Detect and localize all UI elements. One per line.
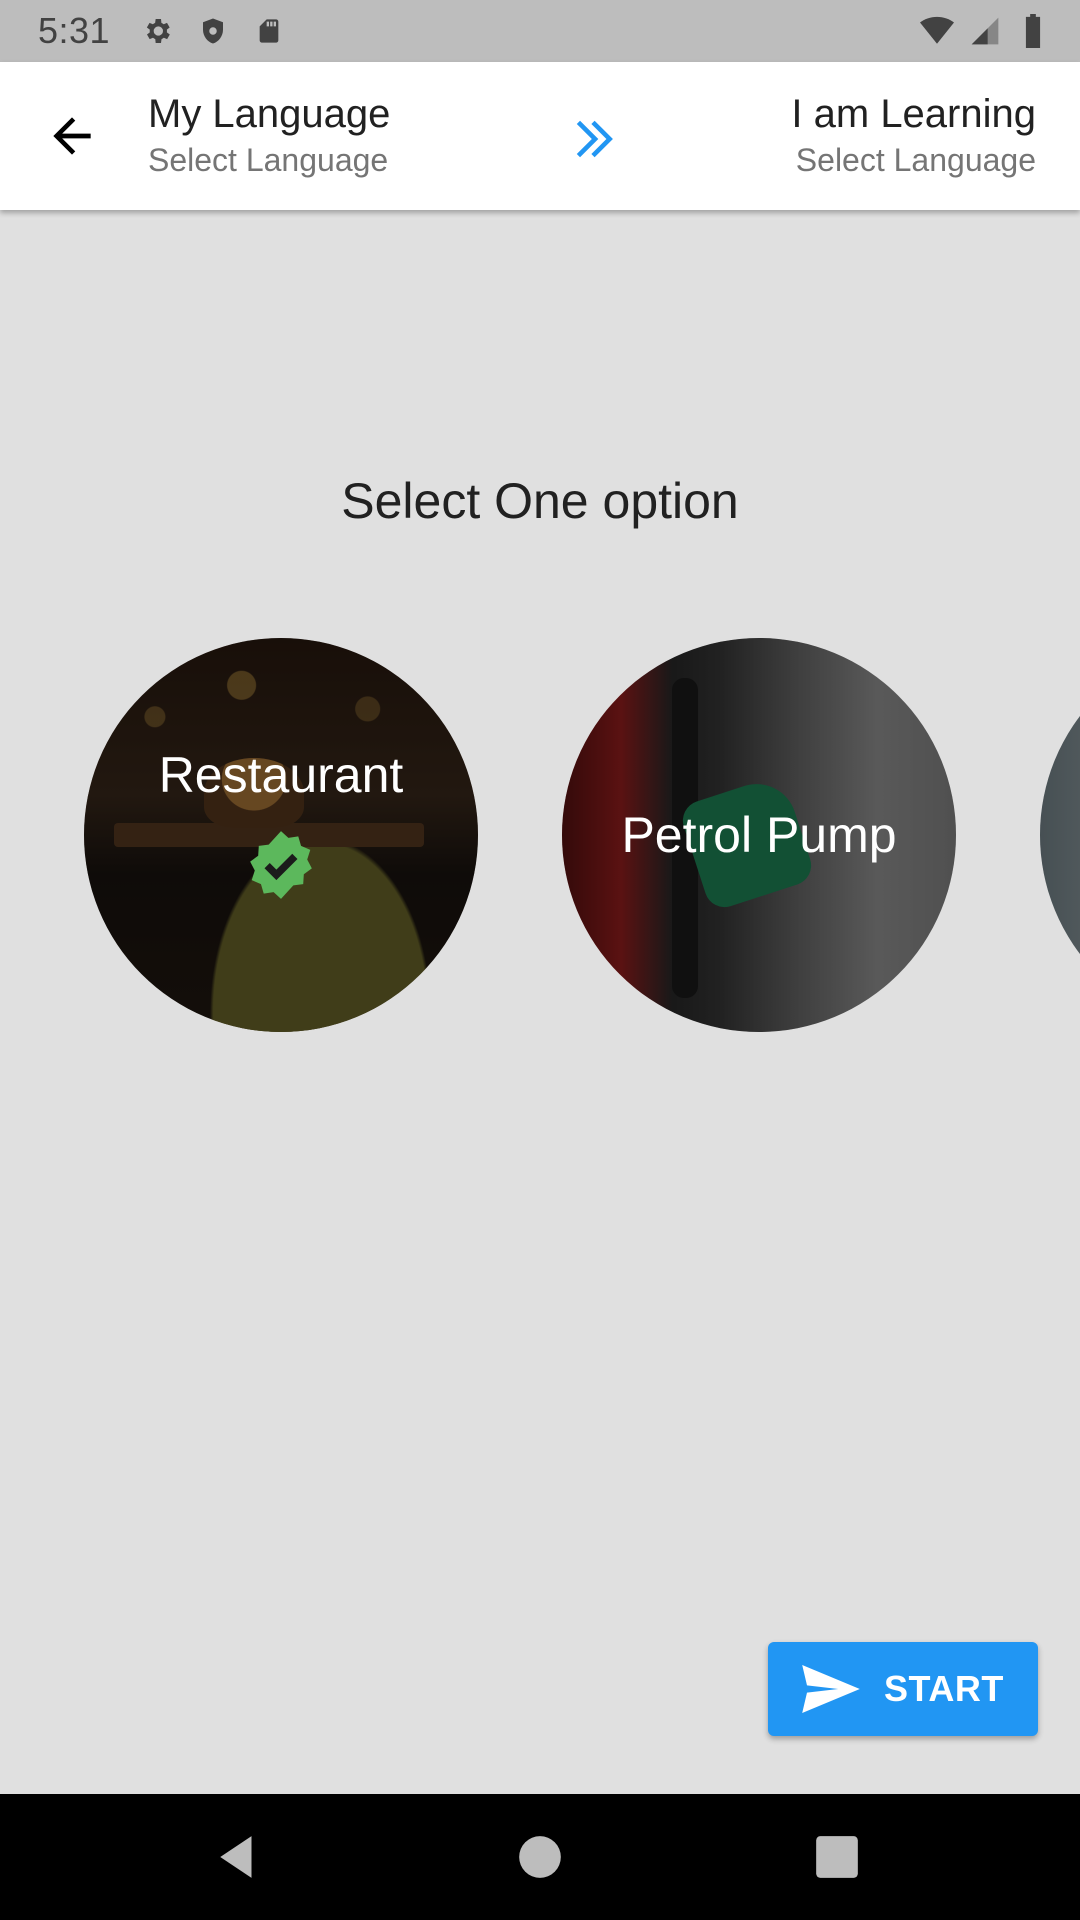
start-button[interactable]: START	[768, 1642, 1038, 1736]
double-chevron-right-icon[interactable]	[568, 114, 618, 164]
status-left-icons	[140, 14, 286, 48]
my-language-selector[interactable]: My Language Select Language	[148, 90, 390, 182]
shield-icon	[196, 14, 230, 48]
start-button-label: START	[884, 1668, 1004, 1709]
battery-icon	[1016, 14, 1050, 48]
learning-language-title: I am Learning	[791, 92, 1036, 136]
status-time: 5:31	[38, 10, 111, 51]
option-label-restaurant: Restaurant	[158, 747, 404, 803]
option-petrol-pump[interactable]: Petrol Pump	[562, 638, 956, 1032]
gear-icon	[140, 14, 174, 48]
option-restaurant[interactable]: Restaurant	[84, 638, 478, 1032]
arrow-left-icon	[53, 117, 91, 155]
wifi-icon	[920, 14, 954, 48]
my-language-title: My Language	[148, 92, 391, 136]
select-option-prompt: Select One option	[341, 473, 739, 529]
option-third[interactable]	[1040, 638, 1080, 1032]
app-bar: My Language Select Language I am Learnin…	[0, 62, 1080, 210]
my-language-value: Select Language	[148, 142, 389, 178]
nav-home-icon[interactable]	[515, 1832, 565, 1882]
learning-language-value: Select Language	[795, 142, 1036, 178]
learning-language-selector[interactable]: I am Learning Select Language	[791, 90, 1036, 182]
option-label-petrol-pump: Petrol Pump	[621, 807, 897, 863]
status-right-icons	[920, 14, 1050, 48]
nav-recent-icon[interactable]	[812, 1832, 862, 1882]
screen: 5:31 My Language Select Language I am Le…	[0, 0, 1080, 1920]
sd-card-icon	[252, 14, 286, 48]
send-icon	[802, 1665, 860, 1713]
back-button[interactable]	[44, 108, 100, 164]
navigation-bar	[0, 1794, 1080, 1920]
cell-signal-icon	[968, 14, 1002, 48]
option-overlay	[1040, 638, 1080, 1032]
status-bar: 5:31	[0, 0, 1080, 62]
nav-back-icon[interactable]	[214, 1832, 264, 1882]
verified-check-icon	[244, 828, 318, 902]
